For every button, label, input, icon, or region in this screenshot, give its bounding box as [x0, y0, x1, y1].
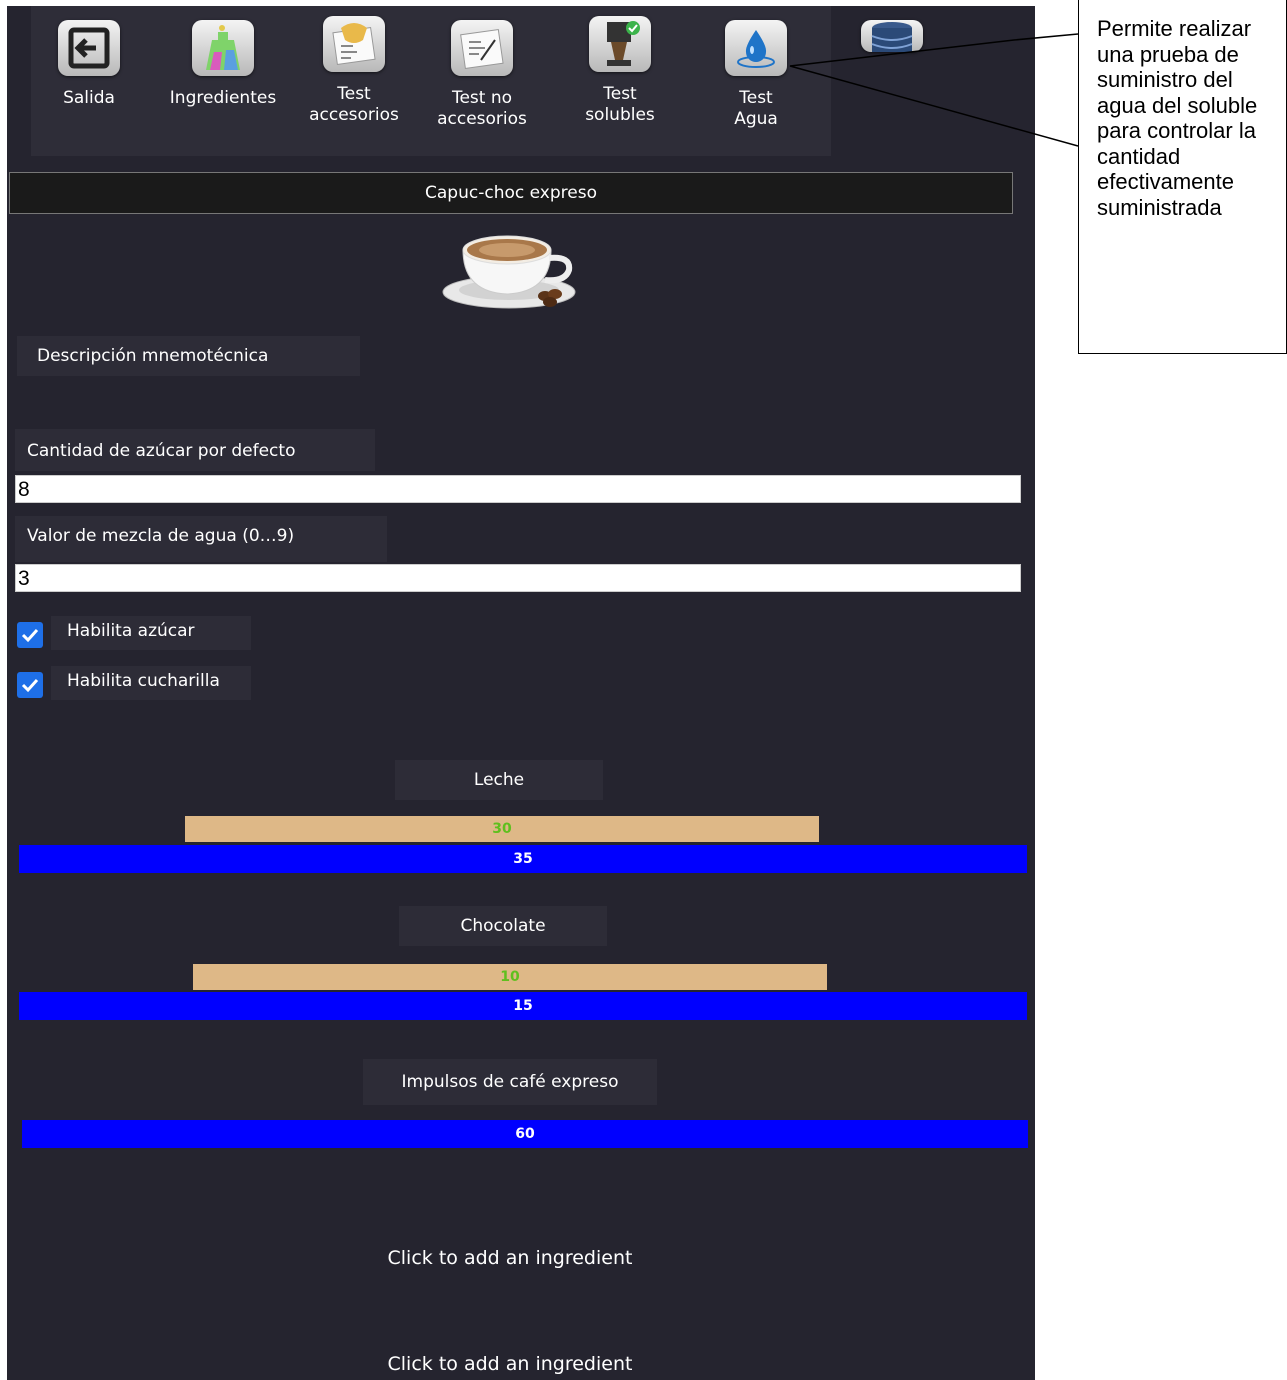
- recipe-editor-window: Salida Ingredientes Test accesorios Test…: [7, 6, 1035, 1380]
- cappuccino-cup-icon: [441, 228, 581, 316]
- add-ingredient-button[interactable]: Click to add an ingredient: [7, 1247, 1013, 1269]
- ingredient-tan-bar-chocolate[interactable]: 10: [193, 964, 827, 990]
- water-mix-label: Valor de mezcla de agua (0…9): [15, 516, 387, 562]
- enable-sugar-label: Habilita azúcar: [51, 616, 251, 650]
- ingredient-name-chocolate[interactable]: Chocolate: [399, 906, 607, 946]
- sugar-quantity-label: Cantidad de azúcar por defecto: [15, 429, 375, 471]
- enable-sugar-checkbox[interactable]: [17, 622, 43, 648]
- add-ingredient-button-2[interactable]: Click to add an ingredient: [7, 1353, 1013, 1375]
- callout-annotation: Permite realizar una prueba de suministr…: [1078, 0, 1287, 354]
- enable-spoon-checkbox[interactable]: [17, 672, 43, 698]
- ingredient-blue-bar-chocolate[interactable]: 15: [19, 992, 1027, 1020]
- enable-sugar-row[interactable]: Habilita azúcar: [17, 616, 257, 650]
- ingredient-name-leche[interactable]: Leche: [395, 760, 603, 800]
- ingredient-blue-bar-espresso[interactable]: 60: [22, 1120, 1028, 1148]
- ingredient-tan-bar-leche[interactable]: 30: [185, 816, 819, 842]
- mnemonic-description-label: Descripción mnemotécnica: [17, 336, 360, 376]
- sugar-quantity-input[interactable]: 8: [15, 475, 1021, 503]
- enable-spoon-row[interactable]: Habilita cucharilla: [17, 666, 257, 700]
- ingredient-name-espresso[interactable]: Impulsos de café expreso: [363, 1059, 657, 1105]
- water-mix-input[interactable]: 3: [15, 564, 1021, 592]
- ingredient-blue-bar-leche[interactable]: 35: [19, 845, 1027, 873]
- enable-spoon-label: Habilita cucharilla: [51, 666, 251, 700]
